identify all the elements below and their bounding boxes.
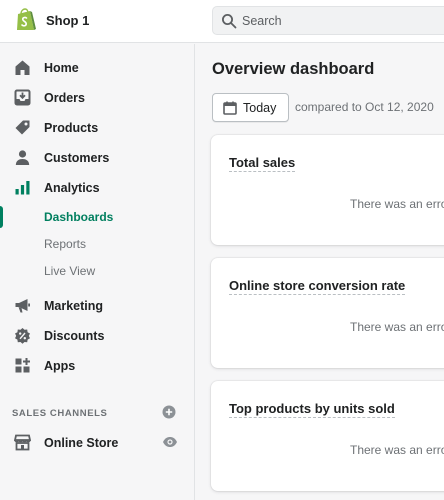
sidebar-item-apps[interactable]: Apps bbox=[0, 352, 194, 380]
megaphone-icon bbox=[15, 299, 30, 313]
date-range-button[interactable]: Today bbox=[212, 93, 289, 122]
card-title[interactable]: Online store conversion rate bbox=[229, 278, 406, 295]
sidebar-item-discounts[interactable]: Discounts bbox=[0, 322, 194, 350]
tag-icon bbox=[15, 120, 30, 135]
sidebar-item-home[interactable]: Home bbox=[0, 54, 194, 82]
sales-channels-heading: SALES CHANNELS bbox=[12, 408, 108, 419]
sidebar-item-label: Apps bbox=[44, 359, 76, 373]
sidebar-item-label: Analytics bbox=[44, 181, 100, 195]
sidebar-subitem-label: Reports bbox=[44, 237, 87, 251]
date-range-label: Today bbox=[243, 101, 277, 115]
apps-icon bbox=[15, 358, 30, 373]
search-input[interactable]: Search bbox=[212, 6, 444, 35]
shop-name[interactable]: Shop 1 bbox=[46, 13, 89, 28]
comparison-text: compared to Oct 12, 2020 bbox=[295, 100, 434, 114]
conversion-rate-card: Online store conversion rate There was a… bbox=[211, 258, 444, 368]
discount-icon bbox=[15, 328, 30, 344]
sidebar-item-analytics[interactable]: Analytics bbox=[0, 174, 194, 202]
total-sales-card: Total sales There was an erro bbox=[211, 135, 444, 245]
add-sales-channel-icon[interactable] bbox=[162, 405, 176, 419]
eye-icon[interactable] bbox=[162, 436, 178, 448]
sidebar: Home Orders Products Customers Analytics bbox=[0, 44, 195, 500]
search-placeholder: Search bbox=[242, 14, 282, 28]
person-icon bbox=[15, 150, 30, 165]
bar-chart-icon bbox=[15, 181, 30, 195]
sidebar-item-label: Customers bbox=[44, 151, 110, 165]
card-error-message: There was an erro bbox=[350, 443, 444, 457]
card-error-message: There was an erro bbox=[350, 197, 444, 211]
main-content: Overview dashboard Today compared to Oct… bbox=[196, 44, 444, 500]
top-products-card: Top products by units sold There was an … bbox=[211, 381, 444, 491]
sidebar-item-label: Discounts bbox=[44, 329, 105, 343]
card-error-message: There was an erro bbox=[350, 320, 444, 334]
sidebar-subitem-label: Dashboards bbox=[44, 210, 114, 224]
sidebar-item-orders[interactable]: Orders bbox=[0, 84, 194, 112]
sidebar-subitem-dashboards[interactable]: Dashboards bbox=[0, 204, 194, 230]
sidebar-subitem-reports[interactable]: Reports bbox=[0, 231, 194, 257]
calendar-icon bbox=[223, 101, 237, 115]
search-icon bbox=[222, 14, 237, 29]
sidebar-item-label: Orders bbox=[44, 91, 85, 105]
sidebar-item-label: Products bbox=[44, 121, 99, 135]
sidebar-item-label: Home bbox=[44, 61, 79, 75]
card-title[interactable]: Top products by units sold bbox=[229, 401, 395, 418]
sidebar-item-label: Marketing bbox=[44, 299, 104, 313]
sidebar-item-label: Online Store bbox=[44, 436, 119, 450]
sidebar-subitem-label: Live View bbox=[44, 264, 96, 278]
orders-icon bbox=[14, 89, 31, 106]
card-title[interactable]: Total sales bbox=[229, 155, 296, 172]
top-bar: Shop 1 Search bbox=[0, 0, 444, 43]
sidebar-item-customers[interactable]: Customers bbox=[0, 144, 194, 172]
sidebar-subitem-live-view[interactable]: Live View bbox=[0, 258, 194, 284]
page-title: Overview dashboard bbox=[212, 60, 375, 78]
sidebar-item-marketing[interactable]: Marketing bbox=[0, 292, 194, 320]
home-icon bbox=[15, 60, 30, 75]
shopify-logo-icon[interactable] bbox=[15, 8, 37, 33]
store-icon bbox=[14, 434, 31, 451]
sidebar-item-products[interactable]: Products bbox=[0, 114, 194, 142]
